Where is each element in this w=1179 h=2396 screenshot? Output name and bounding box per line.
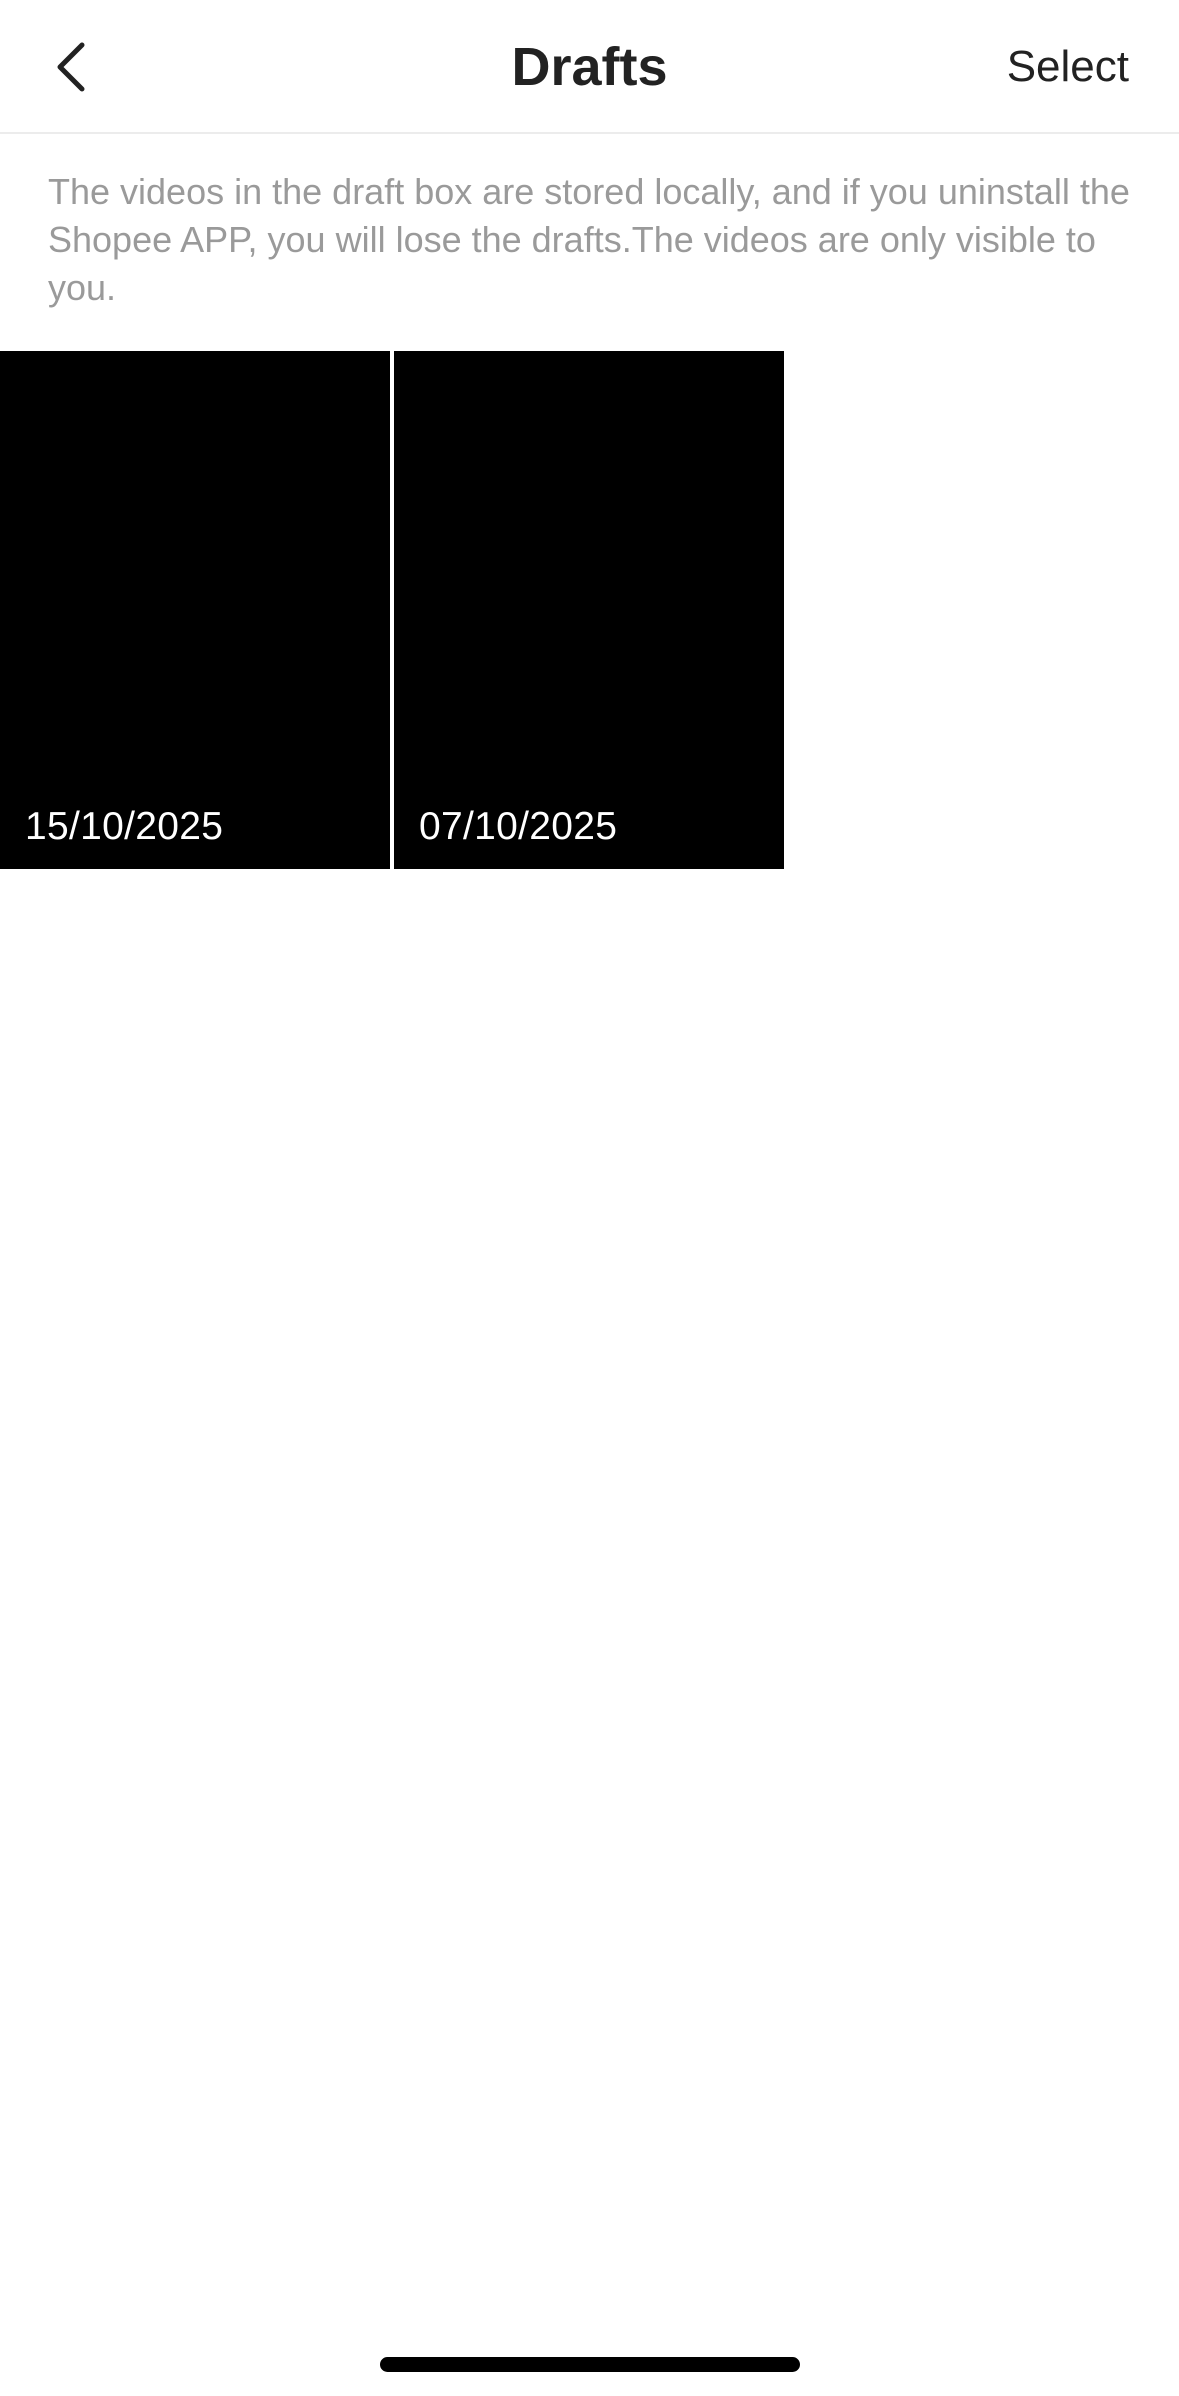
navigation-bar: Drafts Select [0, 0, 1179, 134]
draft-date: 15/10/2025 [25, 805, 224, 848]
select-button[interactable]: Select [1007, 0, 1129, 134]
draft-video-tile[interactable]: 07/10/2025 [394, 351, 784, 869]
draft-storage-notice: The videos in the draft box are stored l… [48, 171, 1130, 308]
draft-video-tile[interactable]: 15/10/2025 [0, 351, 390, 869]
back-button[interactable] [40, 27, 104, 107]
drafts-grid: 15/10/2025 07/10/2025 [0, 351, 1179, 869]
draft-date: 07/10/2025 [419, 805, 618, 848]
chevron-left-icon [57, 42, 85, 92]
home-indicator [380, 2357, 800, 2372]
page-title: Drafts [511, 37, 668, 97]
